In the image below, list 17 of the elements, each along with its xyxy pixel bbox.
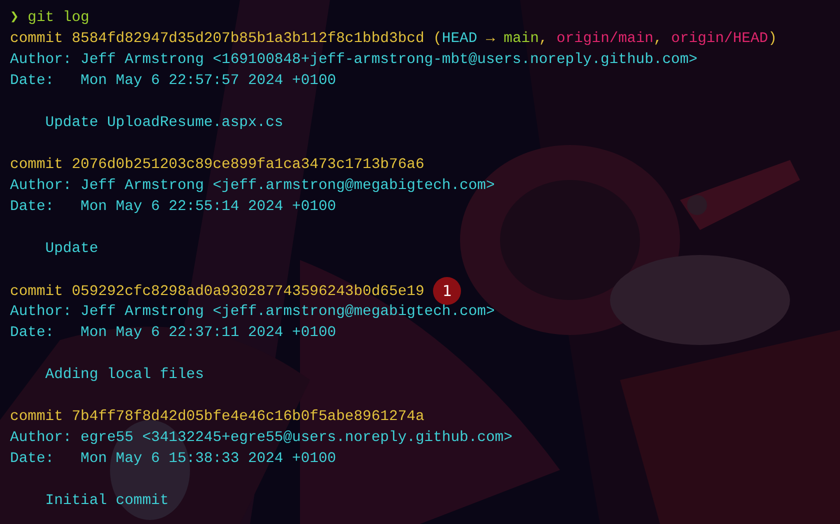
author-line: Author: Jeff Armstrong <169100848+jeff-armstrong-mbt@users.noreply.github.com> xyxy=(10,51,698,70)
date-line: Date: Mon May 6 22:57:57 2024 +0100 xyxy=(10,72,336,91)
commit-message: Update UploadResume.aspx.cs xyxy=(45,114,284,133)
commit-line: commit 8584fd82947d35d207b85b1a3b112f8c1bbd3bcd (HEAD → main, origin/main, origin/HEAD) xyxy=(10,30,777,49)
commit-message: Update xyxy=(45,240,98,259)
date-line: Date: Mon May 6 22:55:14 2024 +0100 xyxy=(10,198,336,217)
date-line: Date: Mon May 6 22:37:11 2024 +0100 xyxy=(10,324,336,343)
prompt-line: ❯ git log xyxy=(10,9,90,28)
author-line: Author: Jeff Armstrong <jeff.armstrong@megabigtech.com> xyxy=(10,177,495,196)
commit-message: Adding local files xyxy=(45,366,204,385)
author-line: Author: egre55 <34132245+egre55@users.noreply.github.com> xyxy=(10,429,512,448)
commit-line: commit 059292cfc8298ad0a930287743596243b0d65e19 xyxy=(10,282,424,302)
author-line: Author: Jeff Armstrong <jeff.armstrong@megabigtech.com> xyxy=(10,303,495,322)
commit-line: commit 2076d0b251203c89ce899fa1ca3473c1713b76a6 xyxy=(10,156,424,175)
date-line: Date: Mon May 6 15:38:33 2024 +0100 xyxy=(10,450,336,469)
commit-line: commit 7b4ff78f8d42d05bfe4e46c16b0f5abe8961274a xyxy=(10,408,424,427)
commit-message: Initial commit xyxy=(45,492,169,511)
